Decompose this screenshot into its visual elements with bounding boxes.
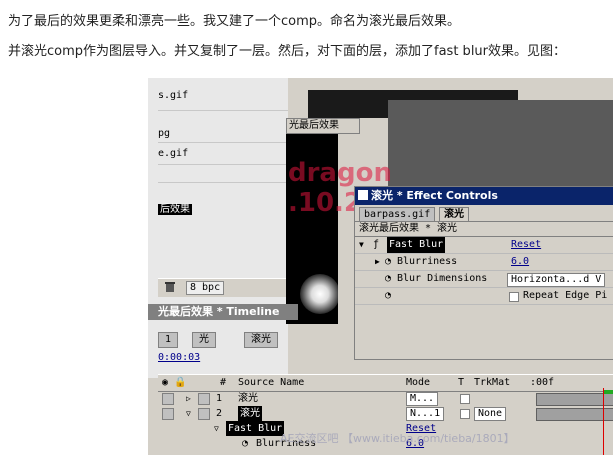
layer-bar[interactable] [536, 393, 613, 406]
param-blur-dimensions: ◔ Blur Dimensions Horizonta...d V [355, 271, 613, 288]
layer-number: 1 [216, 393, 223, 404]
timeline-header: ◉ 🔒 # Source Name Mode T TrkMat :00f [158, 374, 613, 392]
mode-dropdown[interactable]: M... [406, 392, 439, 406]
work-area-bar[interactable] [603, 390, 613, 394]
expand-triangle-icon[interactable]: ▼ [359, 237, 364, 253]
timeline-tabs: 1 光 滚光 [148, 332, 288, 348]
col-mode[interactable]: Mode [406, 375, 430, 391]
project-item[interactable]: e.gif [158, 146, 188, 162]
layer-row[interactable]: ▷ 1 滚光 M... [158, 391, 613, 406]
panel-icon [358, 190, 368, 200]
layer-number: 2 [216, 408, 223, 419]
current-time-indicator[interactable] [603, 388, 604, 455]
param-blurriness: ▶ ◔ Blurriness 6.0 [355, 254, 613, 271]
after-effects-screenshot: s.gif pg e.gif 后效果 8 bpc 光最后效果 dragon .10… [148, 78, 613, 455]
effect-controls-tabs: barpass.gif 滚光 [355, 205, 613, 222]
col-num: # [220, 377, 227, 388]
effect-name: Fast Blur [387, 237, 446, 253]
expand-triangle-icon[interactable]: ▽ [214, 421, 219, 436]
trkmat-dropdown[interactable]: None [474, 407, 507, 421]
effect-row-fast-blur[interactable]: ▼ ƒ Fast Blur Reset [355, 237, 613, 254]
stopwatch-icon[interactable]: ◔ [242, 436, 248, 451]
layer-name[interactable]: 滚光 [238, 391, 258, 406]
visibility-toggle[interactable] [162, 408, 174, 420]
mode-dropdown[interactable]: N...1 [406, 407, 445, 421]
layer-name[interactable]: 滚光 [238, 406, 262, 421]
effect-name: Fast Blur [226, 421, 285, 436]
bpc-button[interactable]: 8 bpc [186, 281, 225, 295]
param-label: Repeat Edge Pi [523, 290, 608, 301]
watermark: AE交流区吧 【www.itieba.com/tieba/1801】 [280, 432, 515, 445]
expand-triangle-icon[interactable]: ▶ [375, 254, 380, 270]
article-line-2: 并滚光comp作为图层导入。并又复制了一层。然后，对下面的层，添加了fast b… [8, 44, 567, 59]
fx-toggle-icon[interactable]: ƒ [373, 237, 379, 253]
comp-viewer-tab[interactable]: 光最后效果 [286, 118, 360, 134]
project-item[interactable]: pg [158, 126, 170, 142]
reset-link[interactable]: Reset [511, 237, 541, 253]
preserve-transparency[interactable] [460, 409, 470, 419]
project-item[interactable]: s.gif [158, 88, 188, 104]
timeline-tab[interactable]: 滚光 [244, 332, 278, 348]
label-color[interactable] [198, 408, 210, 420]
layer-bar[interactable] [536, 408, 613, 421]
stopwatch-icon[interactable]: ◔ [385, 288, 391, 304]
col-source-name[interactable]: Source Name [238, 375, 304, 391]
tab-gunguang[interactable]: 滚光 [439, 207, 469, 221]
preserve-transparency[interactable] [460, 394, 470, 404]
expand-triangle-icon[interactable]: ▷ [186, 391, 191, 406]
time-marker: :00f [530, 377, 555, 388]
eye-icon: ◉ [162, 377, 169, 388]
param-label: Blurriness [397, 256, 458, 267]
param-repeat-edge: ◔ Repeat Edge Pi [355, 288, 613, 305]
trash-icon[interactable] [164, 281, 176, 293]
stopwatch-icon[interactable]: ◔ [385, 254, 391, 270]
visibility-toggle[interactable] [162, 393, 174, 405]
article-line-1: 为了最后的效果更柔和漂亮一些。我又建了一个comp。命名为滚光最后效果。 [8, 14, 461, 29]
lock-icon: 🔒 [174, 377, 187, 388]
col-t: T [458, 377, 465, 388]
effect-controls-subtitle: 滚光最后效果 * 滚光 [355, 222, 613, 237]
glow-preview [300, 274, 340, 314]
param-label: Blur Dimensions [397, 273, 488, 284]
effect-controls-panel: 滚光 * Effect Controls barpass.gif 滚光 滚光最后… [354, 186, 613, 360]
stopwatch-icon[interactable]: ◔ [385, 271, 391, 287]
blur-dimensions-dropdown[interactable]: Horizonta...d V [507, 273, 606, 287]
current-time[interactable]: 0:00:03 [158, 352, 200, 363]
timeline-tab[interactable]: 1 [158, 332, 179, 348]
project-item-selected[interactable]: 后效果 [158, 202, 192, 218]
tab-barpass[interactable]: barpass.gif [359, 207, 436, 221]
project-bottom-bar: 8 bpc [158, 278, 288, 297]
layer-row[interactable]: ▽ 2 滚光 N...1 None [158, 406, 613, 421]
viewer-background [388, 100, 613, 190]
expand-triangle-icon[interactable]: ▽ [186, 406, 191, 421]
col-trkmat[interactable]: TrkMat [474, 375, 510, 391]
effect-controls-title: 滚光 * Effect Controls [355, 187, 613, 205]
blurriness-value[interactable]: 6.0 [511, 254, 529, 270]
timeline-tab[interactable]: 光 [192, 332, 216, 348]
label-color[interactable] [198, 393, 210, 405]
repeat-edge-checkbox[interactable] [509, 292, 519, 302]
timeline-title[interactable]: 光最后效果 * Timeline [148, 304, 298, 320]
